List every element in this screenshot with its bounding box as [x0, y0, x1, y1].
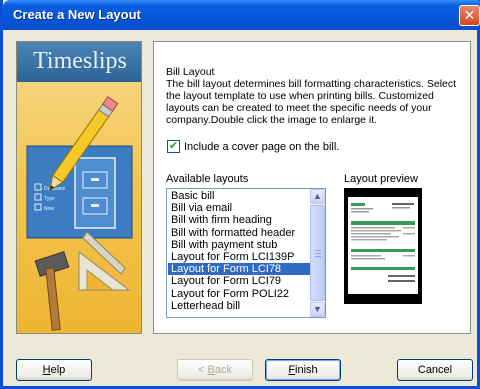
- back-button[interactable]: < Back: [177, 359, 253, 381]
- layout-list-items: Basic bill Bill via email Bill with firm h…: [168, 190, 311, 312]
- layout-list-item[interactable]: Bill with formatted header: [168, 227, 311, 239]
- bill-thumbnail-icon: [351, 203, 415, 282]
- layout-list-item[interactable]: Layout for Form LCI78: [168, 263, 311, 276]
- cover-page-label[interactable]: Include a cover page on the bill.: [184, 141, 339, 153]
- cancel-button[interactable]: Cancel: [397, 359, 473, 381]
- layouts-scrollbar[interactable]: ▲ ▼: [310, 189, 325, 317]
- layout-description: Bill Layout The bill layout determines b…: [166, 66, 466, 126]
- chevron-up-icon: ▲: [313, 191, 322, 201]
- content-panel: Bill Layout The bill layout determines b…: [153, 41, 471, 334]
- cover-page-option[interactable]: ✔ Include a cover page on the bill.: [167, 140, 339, 153]
- available-layouts-list[interactable]: Basic bill Bill via email Bill with firm h…: [166, 188, 326, 318]
- layout-preview-label: Layout preview: [344, 173, 418, 185]
- cover-page-checkbox[interactable]: ✔: [167, 140, 180, 153]
- layout-list-item[interactable]: Layout for Form LCI79: [168, 275, 311, 287]
- wizard-illustration: Timeslips Database Type Now: [16, 41, 142, 334]
- preview-page: [348, 197, 418, 294]
- help-button[interactable]: Help: [16, 359, 92, 381]
- layout-list-item[interactable]: Layout for Form POLI22: [168, 288, 311, 300]
- title-bar[interactable]: Create a New Layout ✕: [3, 0, 480, 30]
- card-line-3: Now: [44, 206, 54, 212]
- available-layouts-label: Available layouts: [166, 173, 249, 185]
- layout-list-item[interactable]: Bill with firm heading: [168, 214, 311, 226]
- grip-line: [315, 253, 321, 254]
- bill-layout-heading: Bill Layout: [166, 66, 215, 78]
- file-cabinet-card-icon: Database Type Now: [26, 145, 133, 239]
- tools-illustration: Database Type Now: [26, 96, 133, 331]
- card-line-2: Type: [44, 196, 55, 202]
- layout-preview-image[interactable]: [344, 188, 422, 304]
- layout-list-item[interactable]: Basic bill: [168, 190, 311, 202]
- scroll-thumb[interactable]: [310, 205, 325, 301]
- scroll-up-button[interactable]: ▲: [310, 189, 325, 204]
- layout-list-item[interactable]: Layout for Form LCI139P: [168, 251, 311, 263]
- chevron-down-icon: ▼: [313, 304, 322, 314]
- window-title: Create a New Layout: [13, 7, 141, 22]
- layout-list-item[interactable]: Bill via email: [168, 202, 311, 214]
- close-icon: ✕: [463, 7, 476, 23]
- bill-layout-text: The bill layout determines bill formatti…: [166, 78, 457, 126]
- hammer-icon: [34, 251, 70, 331]
- finish-button[interactable]: Finish: [265, 359, 341, 381]
- layout-list-item[interactable]: Letterhead bill: [168, 300, 311, 312]
- grip-line: [315, 250, 321, 251]
- layout-list-item[interactable]: Bill with payment stub: [168, 239, 311, 251]
- close-button[interactable]: ✕: [459, 5, 480, 26]
- dialog-window: Create a New Layout ✕ Timeslips Database…: [0, 0, 480, 389]
- grip-line: [315, 256, 321, 257]
- scroll-down-button[interactable]: ▼: [310, 302, 325, 317]
